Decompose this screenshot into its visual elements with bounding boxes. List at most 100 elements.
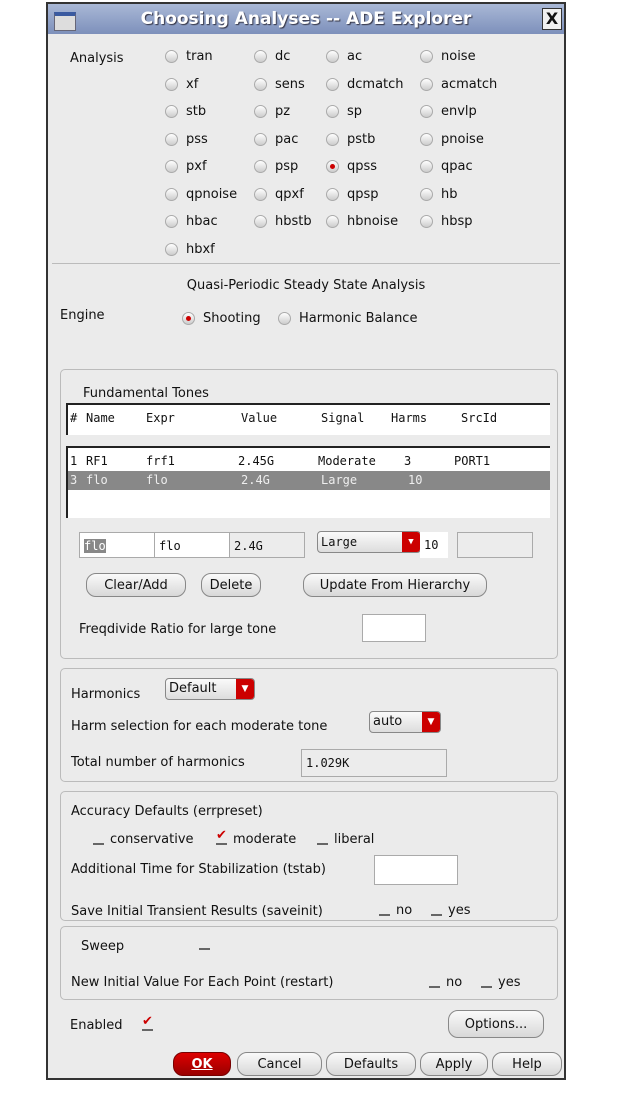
analysis-radio-dc[interactable]: dc	[254, 49, 290, 64]
radio-label: dc	[275, 49, 291, 64]
cell: flo	[86, 473, 108, 487]
help-button[interactable]: Help	[492, 1052, 562, 1076]
radio-icon	[165, 242, 178, 256]
liberal-checkbox[interactable]: liberal	[317, 832, 374, 847]
engine-shooting-radio[interactable]: Shooting	[182, 311, 261, 326]
radio-icon	[182, 312, 195, 325]
engine-harmonic-balance-radio[interactable]: Harmonic Balance	[278, 311, 417, 326]
analysis-radio-qpnoise[interactable]: qpnoise	[165, 187, 237, 202]
analysis-radio-hbxf[interactable]: hbxf	[165, 242, 215, 257]
radio-icon	[254, 77, 267, 91]
radio-label: pstb	[347, 131, 376, 147]
radio-icon	[326, 105, 339, 118]
radio-icon	[326, 187, 339, 201]
analysis-radio-hbstb[interactable]: hbstb	[254, 214, 312, 229]
radio-label: sens	[275, 76, 305, 92]
title-bar[interactable]: Choosing Analyses -- ADE Explorer X	[48, 4, 564, 34]
analysis-radio-xf[interactable]: xf	[165, 77, 198, 92]
dialog-window: Choosing Analyses -- ADE Explorer X Anal…	[46, 2, 566, 1080]
radio-icon	[254, 160, 267, 173]
analysis-radio-pstb[interactable]: pstb	[326, 132, 375, 147]
saveinit-no-checkbox[interactable]: no	[379, 903, 412, 918]
analysis-radio-stb[interactable]: stb	[165, 104, 206, 119]
conservative-checkbox[interactable]: conservative	[93, 832, 194, 847]
checkbox-label: yes	[498, 975, 521, 990]
restart-yes-checkbox[interactable]: yes	[481, 975, 520, 990]
analysis-radio-envlp[interactable]: envlp	[420, 104, 477, 119]
analysis-radio-qpss[interactable]: qpss	[326, 159, 377, 174]
harmonics-dropdown[interactable]: Default ▼	[165, 678, 255, 700]
radio-icon	[326, 132, 339, 146]
radio-label: hbac	[186, 214, 218, 229]
analysis-label: Analysis	[70, 51, 124, 66]
close-button[interactable]: X	[542, 8, 562, 30]
accuracy-label: Accuracy Defaults (errpreset)	[71, 804, 263, 819]
enabled-label: Enabled	[70, 1018, 123, 1033]
cell: 2.4G	[241, 473, 270, 487]
radio-icon	[165, 77, 178, 91]
analysis-radio-hbsp[interactable]: hbsp	[420, 214, 473, 229]
analysis-radio-pss[interactable]: pss	[165, 132, 208, 147]
analysis-radio-hb[interactable]: hb	[420, 187, 458, 202]
analysis-radio-hbnoise[interactable]: hbnoise	[326, 214, 398, 229]
defaults-button[interactable]: Defaults	[326, 1052, 416, 1076]
saveinit-yes-checkbox[interactable]: yes	[431, 903, 470, 918]
cell: flo	[146, 473, 168, 487]
update-from-hierarchy-button[interactable]: Update From Hierarchy	[303, 573, 487, 597]
restart-no-checkbox[interactable]: no	[429, 975, 462, 990]
restart-label: New Initial Value For Each Point (restar…	[71, 975, 334, 990]
analysis-radio-sp[interactable]: sp	[326, 104, 362, 119]
delete-button[interactable]: Delete	[201, 573, 261, 597]
section-title: Quasi-Periodic Steady State Analysis	[186, 278, 426, 293]
moderate-checkbox[interactable]: moderate	[216, 828, 296, 847]
analysis-radio-dcmatch[interactable]: dcmatch	[326, 77, 404, 92]
table-row-selected[interactable]: 3 flo flo 2.4G Large 10	[68, 471, 550, 490]
tone-name-input[interactable]: flo	[79, 532, 155, 558]
checkbox-label: no	[396, 903, 413, 918]
radio-label: pac	[275, 131, 299, 147]
harmonics-value: Default	[169, 681, 217, 696]
radio-label: dcmatch	[347, 76, 404, 92]
sweep-checkbox[interactable]	[199, 937, 216, 952]
harm-selection-dropdown[interactable]: auto ▼	[369, 711, 441, 733]
radio-icon	[254, 187, 267, 201]
table-row[interactable]: 1 RF1 frf1 2.45G Moderate 3 PORT1	[68, 452, 550, 471]
analysis-radio-ac[interactable]: ac	[326, 49, 362, 64]
cancel-button[interactable]: Cancel	[237, 1052, 322, 1076]
apply-button[interactable]: Apply	[420, 1052, 488, 1076]
signal-dropdown[interactable]: Large ▼	[317, 531, 421, 553]
radio-icon	[420, 50, 433, 63]
options-button[interactable]: Options...	[448, 1010, 544, 1038]
analysis-radio-qpxf[interactable]: qpxf	[254, 187, 304, 202]
signal-value: Large	[321, 535, 358, 549]
analysis-radio-psp[interactable]: psp	[254, 159, 298, 174]
harms-input[interactable]: 10	[420, 532, 448, 558]
sweep-label: Sweep	[81, 939, 125, 954]
analysis-radio-tran[interactable]: tran	[165, 49, 213, 64]
analysis-radio-pxf[interactable]: pxf	[165, 159, 207, 174]
cell: frf1	[146, 454, 175, 468]
radio-label: xf	[186, 76, 199, 92]
radio-label: pxf	[186, 159, 207, 174]
analysis-radio-hbac[interactable]: hbac	[165, 214, 218, 229]
radio-label: stb	[186, 104, 207, 119]
analysis-radio-qpac[interactable]: qpac	[420, 159, 473, 174]
radio-label: hbstb	[275, 214, 312, 229]
analysis-radio-sens[interactable]: sens	[254, 77, 305, 92]
tones-table[interactable]: 1 RF1 frf1 2.45G Moderate 3 PORT1 3 flo …	[66, 446, 550, 518]
analysis-radio-pnoise[interactable]: pnoise	[420, 132, 484, 147]
analysis-radio-noise[interactable]: noise	[420, 49, 476, 64]
tstab-input[interactable]	[374, 855, 458, 885]
analysis-radio-acmatch[interactable]: acmatch	[420, 77, 497, 92]
ok-button[interactable]: OK	[173, 1052, 231, 1076]
radio-label: qpnoise	[186, 186, 238, 202]
analysis-radio-pac[interactable]: pac	[254, 132, 298, 147]
freqdivide-input[interactable]	[362, 614, 426, 642]
tone-expr-input[interactable]: flo	[154, 532, 230, 558]
chevron-down-icon: ▼	[402, 532, 420, 552]
enabled-checkbox[interactable]	[142, 1014, 159, 1033]
analysis-radio-qpsp[interactable]: qpsp	[326, 187, 379, 202]
analysis-radio-pz[interactable]: pz	[254, 104, 290, 119]
clear-add-button[interactable]: Clear/Add	[86, 573, 186, 597]
radio-label: pss	[186, 131, 208, 147]
